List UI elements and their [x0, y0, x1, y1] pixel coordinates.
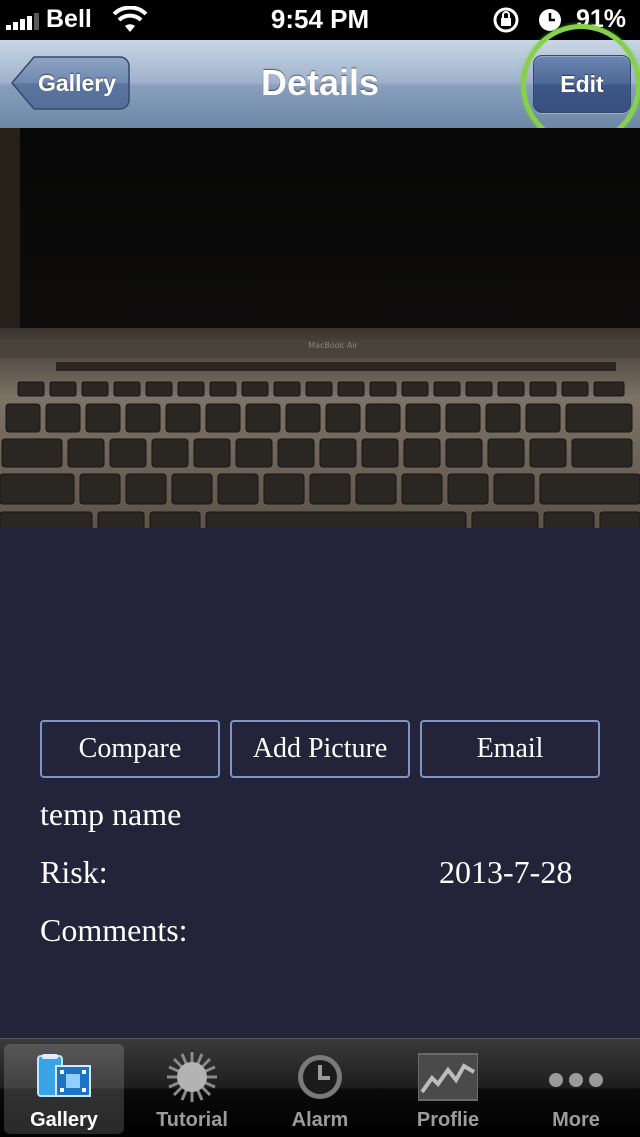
rotation-lock-icon: [493, 7, 519, 33]
laptop-brand-text: MacBook Air: [308, 341, 358, 350]
tab-tutorial-label: Tutorial: [156, 1109, 228, 1131]
tab-tutorial[interactable]: Tutorial: [132, 1044, 252, 1134]
tab-alarm[interactable]: Alarm: [260, 1044, 380, 1134]
item-date: 2013-7-28: [439, 854, 573, 890]
sun-icon: [167, 1052, 217, 1102]
tab-more[interactable]: More: [516, 1044, 636, 1134]
navigation-bar: Details Gallery Edit: [0, 40, 640, 129]
clock-icon: [298, 1055, 342, 1099]
tab-profile[interactable]: Proflie: [388, 1044, 508, 1134]
back-button-label: Gallery: [38, 70, 116, 96]
risk-label: Risk:: [40, 854, 108, 890]
edit-button[interactable]: Edit: [533, 55, 631, 113]
status-bar: Bell 9:54 PM 91%: [0, 0, 640, 40]
battery-percent: 91%: [575, 5, 626, 33]
email-button[interactable]: Email: [420, 720, 600, 778]
compare-button[interactable]: Compare: [40, 720, 220, 778]
alarm-status-icon: [539, 9, 561, 31]
comments-label: Comments:: [40, 912, 188, 948]
back-button[interactable]: Gallery: [10, 55, 130, 111]
tab-gallery[interactable]: Gallery: [4, 1044, 124, 1134]
gallery-icon: [37, 1054, 91, 1097]
item-name: temp name: [40, 796, 182, 832]
add-picture-button[interactable]: Add Picture: [230, 720, 410, 778]
tab-profile-label: Proflie: [416, 1109, 480, 1131]
more-icon: [549, 1073, 603, 1087]
tab-alarm-label: Alarm: [291, 1109, 349, 1131]
tab-gallery-label: Gallery: [30, 1109, 98, 1131]
tab-bar: Gallery Tutorial Alarm Proflie More: [0, 1038, 640, 1137]
item-photo: MacBook Air: [0, 128, 640, 528]
tab-more-label: More: [552, 1109, 600, 1131]
chart-icon: [418, 1053, 478, 1101]
